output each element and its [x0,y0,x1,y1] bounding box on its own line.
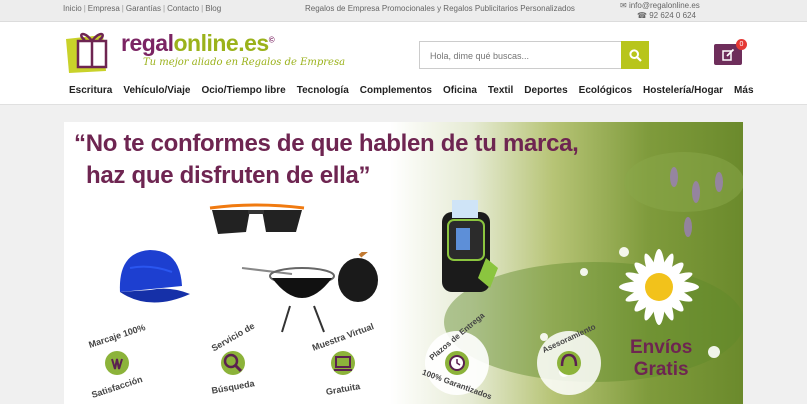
header: regalonline.es© Tu mejor aliado en Regal… [0,22,807,105]
link-inicio[interactable]: Inicio [63,4,82,13]
link-contacto[interactable]: Contacto [167,4,199,13]
hero-banner[interactable]: “No te conformes de que hablen de tu mar… [64,122,743,404]
search-icon [628,48,642,62]
gift-logo-icon[interactable] [63,25,119,75]
link-empresa[interactable]: Empresa [88,4,120,13]
top-links: Inicio | Empresa | Garantías | Contacto | Blog [63,4,222,13]
backpack-image [442,200,498,292]
top-tagline: Regalos de Empresa Promocionales y Regal… [305,4,575,13]
nav-vehiculo-viaje[interactable]: Vehículo/Viaje [123,85,190,96]
nav-mas[interactable]: Más [734,85,753,96]
email-link[interactable]: info@regalonline.es [629,1,700,10]
nav-escritura[interactable]: Escritura [69,85,112,96]
contact-info: ✉ info@regalonline.es ☎ 92 624 0 624 [620,1,740,21]
search-box [419,41,649,69]
main-nav: Escritura Vehículo/Viaje Ocio/Tiempo lib… [69,85,765,96]
nav-textil[interactable]: Textil [488,85,513,96]
top-bar: Inicio | Empresa | Garantías | Contacto | Blog R… [0,0,807,22]
search-input[interactable] [428,43,627,69]
edit-icon [721,48,734,61]
search-button[interactable] [621,41,649,69]
nav-hosteleria[interactable]: Hostelería/Hogar [643,85,723,96]
logo-tagline: Tu mejor aliado en Regalos de Empresa [143,57,346,68]
nav-oficina[interactable]: Oficina [443,85,477,96]
blue-cap-image [119,250,190,303]
link-blog[interactable]: Blog [205,4,221,13]
sunglasses-image [209,203,305,234]
hero-quote-line1: “No te conformes de que hablen de tu mar… [74,130,579,157]
quote-count-badge: 0 [736,39,747,50]
phone-number: 92 624 0 624 [649,11,696,20]
link-garantias[interactable]: Garantías [126,4,161,13]
envios-gratis-label: Envíos Gratis [630,337,693,380]
hero-quote-line2: haz que disfruten de ella” [86,162,371,189]
envelope-icon: ✉ [620,1,627,10]
phone-icon: ☎ [637,11,647,20]
nav-ecologicos[interactable]: Ecológicos [579,85,632,96]
logo-wordmark[interactable]: regalonline.es© [121,30,275,57]
nav-ocio[interactable]: Ocio/Tiempo libre [201,85,285,96]
nav-deportes[interactable]: Deportes [524,85,567,96]
nav-tecnologia[interactable]: Tecnología [297,85,349,96]
nav-complementos[interactable]: Complementos [360,85,432,96]
